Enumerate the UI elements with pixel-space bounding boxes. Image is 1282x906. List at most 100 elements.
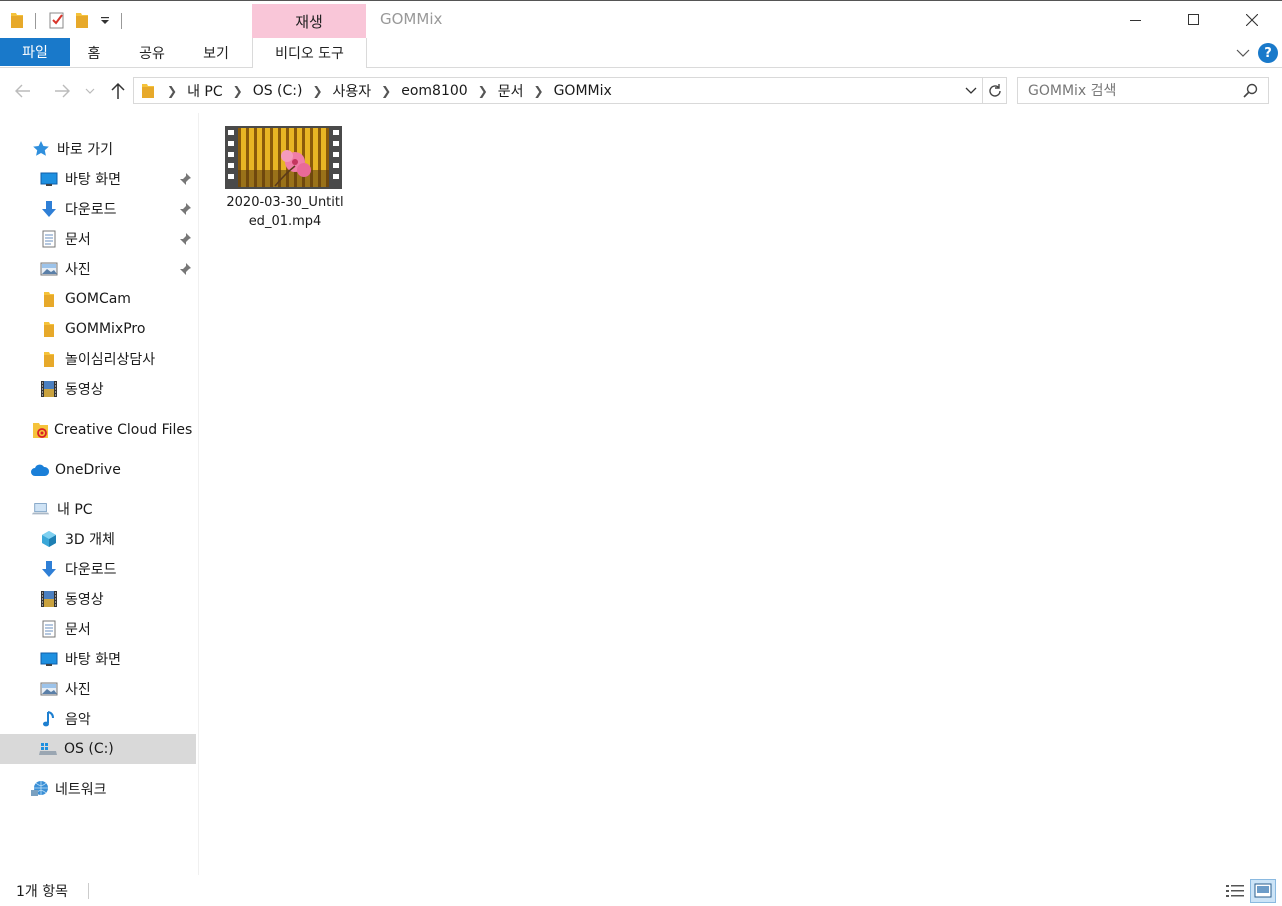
close-button[interactable] [1223,1,1281,39]
maximize-icon [1188,14,1199,25]
sidebar-item-videos-pc[interactable]: 동영상 [0,584,196,614]
customize-quick-access-icon[interactable] [99,13,111,27]
chevron-right-icon[interactable]: ❯ [474,84,492,98]
details-view-icon[interactable] [1224,880,1246,902]
tab-video-tools[interactable]: 비디오 도구 [252,38,367,68]
tab-view[interactable]: 보기 [192,38,240,67]
pin-icon[interactable] [178,172,192,186]
expand-ribbon-icon[interactable] [1234,44,1252,62]
window-title: GOMMix [380,10,443,28]
search-box[interactable] [1017,77,1269,104]
chevron-right-icon[interactable]: ❯ [229,84,247,98]
breadcrumb-documents[interactable]: 문서 [492,81,530,101]
folder-icon [40,320,58,338]
folder-icon [142,83,154,98]
large-icons-view-button[interactable] [1250,879,1276,903]
navigation-pane: 바로 가기 바탕 화면 다운로드 문서 사진 GOMCam GOMMixPro … [0,113,199,875]
breadcrumb-os-c[interactable]: OS (C:) [247,83,309,99]
chevron-right-icon[interactable]: ❯ [308,84,326,98]
sidebar-item-onedrive[interactable]: OneDrive [0,455,196,485]
address-history-button[interactable] [960,78,982,103]
creative-cloud-icon [32,421,50,439]
pin-icon[interactable] [178,262,192,276]
search-icon[interactable] [1242,83,1258,99]
file-item[interactable]: 2020-03-30_Untitled_01.mp4 [223,123,347,235]
breadcrumb-users[interactable]: 사용자 [327,81,378,101]
new-folder-icon[interactable] [75,11,89,29]
sidebar-item-label: 동영상 [65,592,104,608]
folder-icon [40,350,58,368]
refresh-button[interactable] [982,78,1006,103]
separator [35,13,36,29]
breadcrumb-gommix[interactable]: GOMMix [548,83,618,99]
search-input[interactable] [1028,82,1238,99]
tab-share[interactable]: 공유 [128,38,176,67]
ribbon-tabs: 파일 홈 공유 보기 비디오 도구 ? [0,38,1282,68]
item-count: 1개 항목 [16,884,68,900]
refresh-icon [988,83,1001,97]
tab-file[interactable]: 파일 [0,38,70,66]
sidebar-item-desktop-pc[interactable]: 바탕 화면 [0,644,196,674]
maximize-button[interactable] [1165,1,1223,39]
drive-icon [38,740,58,758]
sidebar-item-label: 동영상 [65,382,104,398]
address-bar[interactable]: ❯ 내 PC ❯ OS (C:) ❯ 사용자 ❯ eom8100 ❯ 문서 ❯ … [133,77,1007,104]
title-bar: 재생 GOMMix [0,0,1282,38]
sidebar-item-desktop[interactable]: 바탕 화면 [0,164,196,194]
download-icon [40,560,58,578]
sidebar-item-documents[interactable]: 문서 [0,224,196,254]
sidebar-item-os-c[interactable]: OS (C:) [0,734,196,764]
up-button[interactable] [105,77,131,105]
back-button[interactable] [10,77,36,105]
sidebar-item-gommixpro[interactable]: GOMMixPro [0,314,196,344]
sidebar-item-creative-cloud[interactable]: Creative Cloud Files [0,415,196,445]
sidebar-item-label: 문서 [65,622,91,638]
minimize-button[interactable] [1107,1,1165,39]
pin-icon[interactable] [178,232,192,246]
sidebar-item-label: 음악 [65,712,91,728]
sidebar-item-play-therapist[interactable]: 놀이심리상담사 [0,344,196,374]
chevron-right-icon[interactable]: ❯ [377,84,395,98]
sidebar-item-network[interactable]: 네트워크 [0,774,196,804]
pictures-icon [40,680,58,698]
close-icon [1246,14,1258,26]
sidebar-item-pictures[interactable]: 사진 [0,254,196,284]
sidebar-item-label: Creative Cloud Files [54,422,193,438]
sidebar-item-downloads[interactable]: 다운로드 [0,194,196,224]
sidebar-item-label: GOMMixPro [65,321,146,337]
forward-button[interactable] [49,77,75,105]
chevron-right-icon[interactable]: ❯ [530,84,548,98]
arrow-up-icon [111,82,125,99]
chevron-right-icon[interactable]: ❯ [163,84,181,98]
sidebar-item-label: 3D 개체 [65,532,115,548]
sidebar-item-label: 네트워크 [55,782,107,798]
breadcrumb-this-pc[interactable]: 내 PC [181,81,229,101]
desktop-icon [40,650,58,668]
sidebar-item-quick-access[interactable]: 바로 가기 [0,134,196,164]
pictures-icon [40,260,58,278]
sidebar-item-this-pc[interactable]: 내 PC [0,494,196,524]
sidebar-item-label: OneDrive [55,462,121,478]
chevron-down-icon [85,88,95,94]
sidebar-item-gomcam[interactable]: GOMCam [0,284,196,314]
sidebar-item-downloads-pc[interactable]: 다운로드 [0,554,196,584]
properties-icon[interactable] [49,11,65,29]
pin-icon[interactable] [178,202,192,216]
sidebar-item-label: 사진 [65,262,91,278]
recent-locations-button[interactable] [80,77,100,105]
sidebar-item-3d-objects[interactable]: 3D 개체 [0,524,196,554]
sidebar-item-videos[interactable]: 동영상 [0,374,196,404]
sidebar-item-pictures-pc[interactable]: 사진 [0,674,196,704]
sidebar-item-label: 내 PC [57,502,93,518]
sidebar-item-documents-pc[interactable]: 문서 [0,614,196,644]
breadcrumb-user[interactable]: eom8100 [395,83,473,99]
music-icon [40,710,58,728]
help-button[interactable]: ? [1258,43,1278,63]
large-icons-view-icon [1254,883,1272,898]
arrow-left-icon [15,84,30,98]
tab-home[interactable]: 홈 [72,38,116,67]
computer-icon [32,500,50,518]
document-icon [40,230,58,248]
sidebar-item-music[interactable]: 음악 [0,704,196,734]
chevron-down-icon [965,87,977,94]
